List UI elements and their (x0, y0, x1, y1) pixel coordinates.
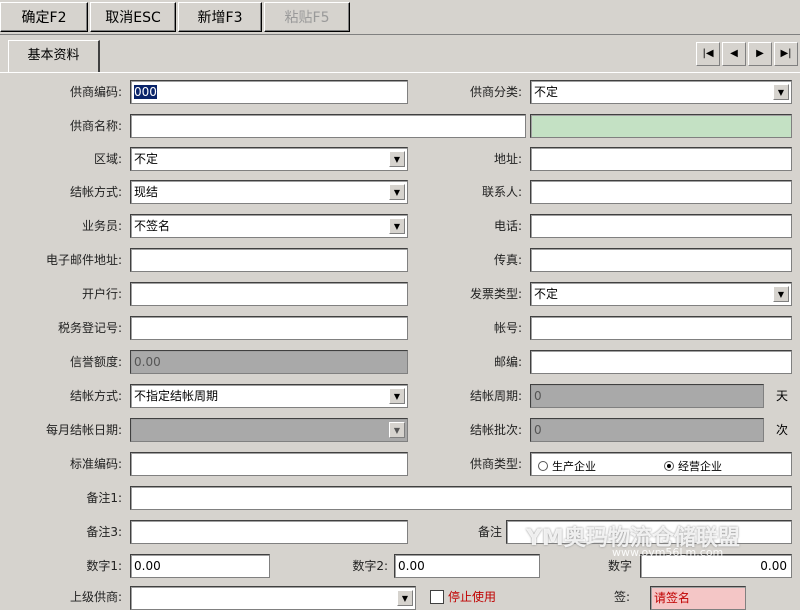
monthly-settle-select[interactable]: ▼ (130, 418, 408, 442)
remark1-label: 备注1: (86, 491, 122, 505)
region-select[interactable]: 不定 ▼ (130, 147, 408, 171)
phone-label: 电话: (493, 219, 522, 233)
email-label: 电子邮件地址: (45, 253, 122, 267)
settle-method-label: 结帐方式: (69, 389, 122, 403)
nav-next-button[interactable]: ▶ (748, 42, 772, 66)
credit-limit-label: 信誉额度: (69, 355, 122, 369)
radio-distributor-label: 经营企业 (678, 460, 722, 473)
chevron-down-icon[interactable]: ▼ (773, 286, 789, 302)
remark3-label: 备注3: (86, 525, 122, 539)
chevron-down-icon[interactable]: ▼ (389, 388, 405, 404)
remark1-input[interactable] (130, 486, 792, 510)
email-input[interactable] (130, 248, 408, 272)
credit-limit-field: 0.00 (130, 350, 408, 374)
signature-label: 签: (613, 590, 630, 604)
radio-producer-label: 生产企业 (552, 460, 596, 473)
radio-icon[interactable] (538, 461, 548, 471)
chevron-down-icon[interactable]: ▼ (397, 590, 413, 606)
fax-label: 传真: (493, 253, 522, 267)
account-no-input[interactable] (530, 316, 792, 340)
postcode-label: 邮编: (493, 355, 522, 369)
address-label: 地址: (493, 152, 522, 166)
tab-basic-info[interactable]: 基本资料 (8, 40, 100, 72)
tab-bar: 基本资料 (0, 36, 800, 72)
chevron-down-icon[interactable]: ▼ (389, 218, 405, 234)
salesperson-label: 业务员: (81, 219, 122, 233)
settle-period-field: 0 (530, 384, 764, 408)
invoice-type-select[interactable]: 不定 ▼ (530, 282, 792, 306)
salesperson-select[interactable]: 不签名 ▼ (130, 214, 408, 238)
contact-label: 联系人: (481, 185, 522, 199)
supplier-type-label: 供商类型: (469, 457, 522, 471)
standard-code-input[interactable] (130, 452, 408, 476)
panel-divider (0, 72, 800, 73)
number2-label: 数字2: (352, 559, 388, 573)
supplier-name-extra-field[interactable] (530, 114, 792, 138)
chevron-down-icon[interactable]: ▼ (773, 84, 789, 100)
supplier-category-select[interactable]: 不定 ▼ (530, 80, 792, 104)
bank-input[interactable] (130, 282, 408, 306)
settle-method-select[interactable]: 不指定结帐周期 ▼ (130, 384, 408, 408)
supplier-category-value: 不定 (534, 85, 559, 99)
purchase-method-select[interactable]: 现结 ▼ (130, 180, 408, 204)
settle-count-field: 0 (530, 418, 764, 442)
salesperson-value: 不签名 (134, 219, 171, 233)
settle-period-label: 结帐周期: (469, 389, 522, 403)
stop-use-checkbox[interactable] (430, 590, 444, 604)
upper-supplier-label: 上级供商: (69, 590, 122, 604)
supplier-code-input[interactable]: 000 (130, 80, 408, 104)
remark-partial-label: 备注 (477, 525, 502, 539)
upper-supplier-select[interactable]: ▼ (130, 586, 416, 610)
chevron-down-icon[interactable]: ▼ (389, 151, 405, 167)
ok-button[interactable]: 确定F2 (0, 2, 88, 32)
new-button[interactable]: 新增F3 (178, 2, 262, 32)
radio-producer[interactable]: 生产企业 (538, 458, 596, 474)
cancel-button[interactable]: 取消ESC (90, 2, 176, 32)
radio-selected-icon[interactable] (664, 461, 674, 471)
supplier-name-label: 供商名称: (69, 119, 122, 133)
purchase-method-value: 现结 (134, 185, 159, 199)
phone-input[interactable] (530, 214, 792, 238)
remark3-input[interactable] (130, 520, 408, 544)
toolbar: 确定F2 取消ESC 新增F3 粘贴F5 (0, 0, 800, 35)
supplier-code-label: 供商编码: (69, 85, 122, 99)
tax-reg-label: 税务登记号: (57, 321, 122, 335)
account-no-label: 帐号: (493, 321, 522, 335)
settle-count-label: 结帐批次: (469, 423, 522, 437)
settle-count-unit: 次 (776, 423, 789, 437)
purchase-method-label: 结帐方式: (69, 185, 122, 199)
supplier-category-label: 供商分类: (469, 85, 522, 99)
paste-button[interactable]: 粘贴F5 (264, 2, 350, 32)
monthly-settle-label: 每月结帐日期: (45, 423, 122, 437)
supplier-name-input[interactable] (130, 114, 526, 138)
settle-period-unit: 天 (776, 389, 789, 403)
number2-input[interactable]: 0.00 (394, 554, 540, 578)
region-value: 不定 (134, 152, 159, 166)
nav-prev-button[interactable]: ◀ (722, 42, 746, 66)
tax-reg-input[interactable] (130, 316, 408, 340)
invoice-type-value: 不定 (534, 287, 559, 301)
chevron-down-icon[interactable]: ▼ (389, 422, 405, 438)
supplier-code-value: 000 (134, 85, 157, 99)
region-label: 区域: (93, 152, 122, 166)
fax-input[interactable] (530, 248, 792, 272)
bank-label: 开户行: (81, 287, 122, 301)
watermark-url: www.oym56Lm.com (612, 546, 724, 559)
settle-method-value: 不指定结帐周期 (134, 389, 219, 403)
number1-input[interactable]: 0.00 (130, 554, 270, 578)
address-input[interactable] (530, 147, 792, 171)
radio-distributor[interactable]: 经营企业 (664, 458, 722, 474)
standard-code-label: 标准编码: (69, 457, 122, 471)
invoice-type-label: 发票类型: (469, 287, 522, 301)
stop-use-label: 停止使用 (448, 590, 497, 604)
chevron-down-icon[interactable]: ▼ (389, 184, 405, 200)
postcode-input[interactable] (530, 350, 792, 374)
nav-last-button[interactable]: ▶| (774, 42, 798, 66)
nav-first-button[interactable]: |◀ (696, 42, 720, 66)
signature-field: 请签名 (650, 586, 746, 610)
contact-input[interactable] (530, 180, 792, 204)
number1-label: 数字1: (86, 559, 122, 573)
